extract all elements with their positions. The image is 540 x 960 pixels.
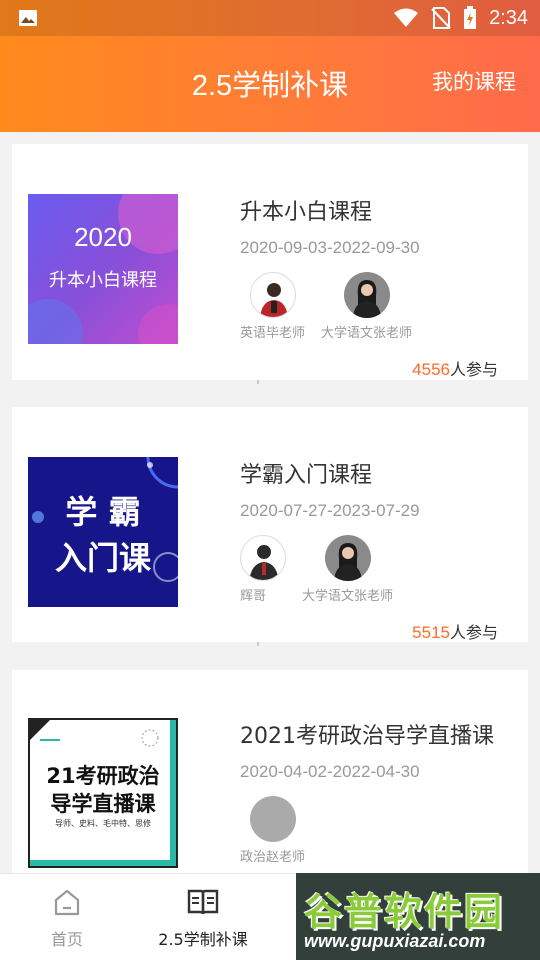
status-bar: 2:34 — [0, 0, 540, 36]
course-cover-image: 2020 升本小白课程 — [28, 194, 178, 344]
teacher-name: 大学语文张老师 — [321, 326, 413, 341]
watermark-logo: 谷普软件园 www.gupuxiazai.com — [296, 873, 540, 960]
image-notification-icon — [19, 10, 37, 26]
wifi-icon — [394, 8, 419, 27]
cover-headline: 学 霸 — [65, 493, 141, 531]
avatar-image — [352, 280, 381, 318]
avatar — [240, 535, 286, 581]
participant-number: 4556 — [412, 360, 450, 379]
cover-caption: 入门课 — [54, 539, 151, 577]
participant-count: 4556人参与 — [412, 356, 498, 380]
teacher-name: 英语毕老师 — [240, 326, 306, 341]
participant-number: 5515 — [412, 623, 450, 642]
avatar — [249, 272, 296, 318]
avatar-image — [259, 283, 288, 317]
avatar — [249, 796, 296, 842]
course-title: 升本小白课程 — [240, 200, 373, 225]
course-cover-image: 学 霸 入门课 — [28, 457, 178, 607]
battery-icon — [464, 6, 477, 29]
participant-suffix: 人参与 — [449, 360, 498, 379]
course-title: 学霸入门课程 — [240, 463, 373, 488]
cover-year: 2020 — [74, 222, 132, 252]
teacher[interactable]: 大学语文张老师 — [302, 535, 393, 604]
course-card[interactable]: 21考研政治 导学直播课 导师、史料、毛中特、思修 2021考研政治导学直播课 … — [12, 670, 528, 880]
watermark-url: www.gupuxiazai.com — [304, 931, 486, 951]
nav-item-home[interactable]: 首页 — [0, 886, 142, 950]
cover-headline: 21考研政治 — [46, 764, 160, 788]
cover-caption: 升本小白课程 — [49, 270, 157, 291]
course-cover-image: 21考研政治 导学直播课 导师、史料、毛中特、思修 — [28, 718, 178, 868]
participant-count: 5515人参与 — [412, 619, 498, 643]
nav-label: 2.5学制补课 — [158, 930, 248, 949]
watermark-text: 谷普软件园 — [304, 890, 505, 934]
nav-item-courses[interactable]: 2.5学制补课 — [128, 886, 278, 950]
teacher-list: 政治赵老师 — [240, 796, 321, 865]
teacher[interactable]: 英语毕老师 — [240, 272, 305, 341]
book-icon — [187, 889, 219, 915]
teacher[interactable]: 大学语文张老师 — [321, 272, 412, 341]
teacher-list: 英语毕老师 大学语文张老师 — [240, 272, 428, 341]
header: 2.5学制补课 我的课程 — [0, 36, 540, 132]
teacher[interactable]: 政治赵老师 — [240, 796, 305, 865]
teacher-list: 辉哥 大学语文张老师 — [240, 535, 409, 604]
course-date: 2020-09-03-2022-09-30 — [240, 238, 420, 257]
course-card[interactable]: 2020 升本小白课程 升本小白课程 2020-09-03-2022-09-30… — [12, 144, 528, 380]
course-title: 2021考研政治导学直播课 — [240, 724, 494, 749]
divider-mark — [257, 642, 259, 646]
teacher-name: 大学语文张老师 — [302, 589, 394, 604]
cover-subtitle: 导师、史料、毛中特、思修 — [55, 819, 151, 828]
course-date: 2020-04-02-2022-04-30 — [240, 762, 420, 781]
course-date: 2020-07-27-2023-07-29 — [240, 501, 420, 520]
teacher-name: 政治赵老师 — [240, 850, 306, 865]
avatar-image — [333, 543, 362, 581]
clock: 2:34 — [489, 6, 528, 29]
nav-label: 首页 — [50, 930, 83, 949]
avatar — [324, 535, 371, 581]
avatar-image — [249, 545, 279, 580]
my-courses-link[interactable]: 我的课程 — [432, 66, 516, 96]
no-sim-icon — [431, 7, 451, 29]
teacher-name: 辉哥 — [240, 589, 267, 604]
home-icon — [54, 889, 80, 916]
teacher[interactable]: 辉哥 — [240, 535, 286, 604]
participant-suffix: 人参与 — [449, 623, 498, 642]
divider-mark — [257, 380, 259, 384]
course-card[interactable]: 学 霸 入门课 学霸入门课程 2020-07-27-2023-07-29 辉哥 — [12, 407, 528, 642]
cover-caption: 导学直播课 — [50, 792, 156, 816]
avatar — [343, 272, 390, 318]
